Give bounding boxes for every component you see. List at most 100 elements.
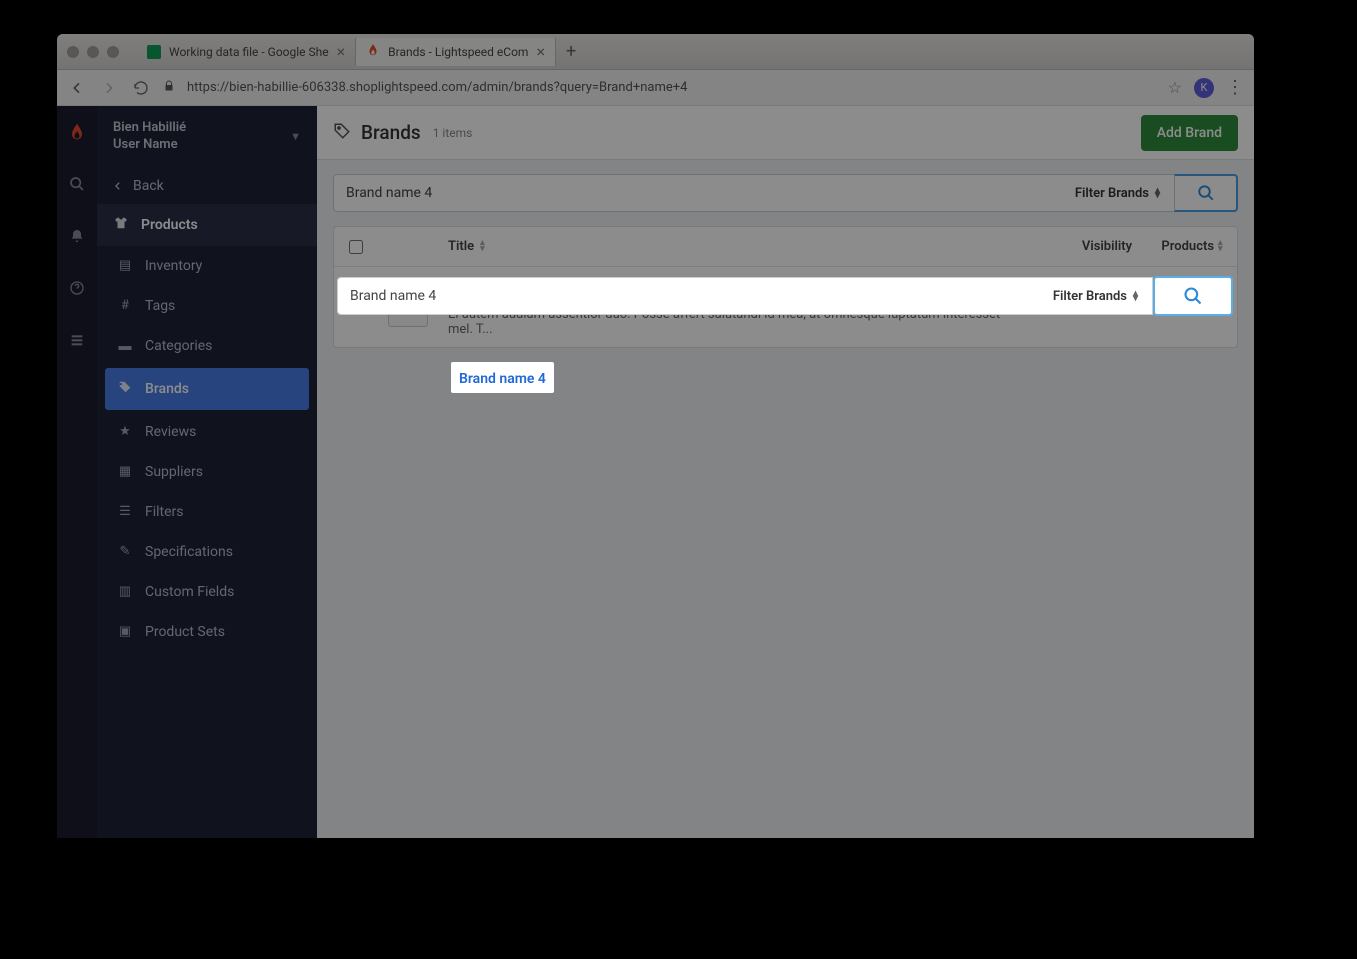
tab-lightspeed[interactable]: Brands - Lightspeed eCom × (356, 38, 556, 66)
visibility-column: Visibility (1067, 239, 1147, 254)
sidebar-item-product-sets[interactable]: ▣ Product Sets (97, 612, 317, 652)
sidebar-item-label: Brands (145, 381, 189, 397)
new-tab-button[interactable]: + (556, 41, 586, 62)
tab-google-sheets[interactable]: Working data file - Google She × (137, 38, 356, 66)
chevron-down-icon: ▼ (290, 130, 301, 143)
updown-icon: ▴▾ (1155, 188, 1160, 198)
sidebar-item-label: Suppliers (145, 464, 203, 480)
lightspeed-logo-icon[interactable] (65, 120, 89, 144)
forward-button[interactable] (99, 78, 119, 98)
tab-label: Brands - Lightspeed eCom (388, 45, 528, 59)
sidebar-item-custom-fields[interactable]: ▥ Custom Fields (97, 572, 317, 612)
tag-icon (333, 122, 351, 144)
filter-dropdown[interactable]: Filter Brands ▴▾ (1061, 175, 1174, 211)
search-bar: Filter Brands ▴▾ (333, 174, 1238, 212)
grid-icon: ▣ (117, 624, 133, 639)
products-column[interactable]: Products ▴▾ (1147, 239, 1237, 254)
search-button[interactable] (1174, 174, 1238, 212)
sliders-icon: ☰ (117, 504, 133, 519)
hash-icon: # (117, 298, 133, 313)
zoom-window-icon[interactable] (107, 46, 119, 58)
sort-icon: ▴▾ (1218, 241, 1223, 252)
table-header: Title ▴▾ Visibility Products ▴▾ (334, 227, 1237, 267)
highlighted-search-bar: Filter Brands ▴▾ (337, 277, 1153, 315)
sidebar: Bien Habillié User Name ▼ Back Products … (97, 106, 317, 838)
select-all-checkbox[interactable] (349, 240, 363, 254)
search-icon (1183, 286, 1203, 306)
sidebar-item-label: Reviews (145, 424, 196, 440)
sort-icon: ▴▾ (480, 241, 485, 252)
sidebar-header[interactable]: Bien Habillié User Name ▼ (97, 106, 317, 168)
add-brand-button[interactable]: Add Brand (1141, 115, 1238, 151)
bell-icon[interactable] (65, 224, 89, 248)
form-icon: ▥ (117, 584, 133, 599)
icon-rail (57, 106, 97, 838)
sidebar-item-label: Custom Fields (145, 584, 234, 600)
select-all-cell (334, 240, 378, 254)
app-body: Bien Habillié User Name ▼ Back Products … (57, 106, 1254, 838)
updown-icon: ▴▾ (1133, 291, 1138, 301)
browser-menu-icon[interactable]: ⋮ (1226, 77, 1244, 98)
shirt-icon (113, 216, 129, 234)
wrench-icon: ✎ (117, 544, 133, 559)
main-content: Brands 1 items Add Brand Filter Brands ▴… (317, 106, 1254, 838)
window-controls (67, 46, 119, 58)
folder-icon: ▬ (117, 338, 133, 354)
sidebar-item-suppliers[interactable]: ▦ Suppliers (97, 452, 317, 492)
brand-name-link[interactable]: Brand name 4 (459, 371, 546, 387)
minimize-window-icon[interactable] (87, 46, 99, 58)
sidebar-item-label: Tags (145, 298, 175, 314)
truck-icon: ▦ (117, 464, 133, 479)
filter-dropdown[interactable]: Filter Brands ▴▾ (1039, 289, 1152, 304)
close-tab-icon[interactable]: × (536, 44, 545, 60)
back-label: Back (133, 178, 164, 194)
title-column[interactable]: Title ▴▾ (438, 239, 1067, 254)
sidebar-item-categories[interactable]: ▬ Categories (97, 326, 317, 366)
sidebar-item-specifications[interactable]: ✎ Specifications (97, 532, 317, 572)
close-tab-icon[interactable]: × (337, 44, 346, 60)
help-icon[interactable] (65, 276, 89, 300)
search-input[interactable] (338, 288, 1039, 304)
back-button[interactable] (67, 78, 87, 98)
sidebar-item-inventory[interactable]: ▤ Inventory (97, 246, 317, 286)
settings-icon[interactable] (65, 328, 89, 352)
item-count: 1 items (433, 126, 473, 140)
address-bar: https://bien-habillie-606338.shoplightsp… (57, 70, 1254, 106)
page-title: Brands (361, 121, 421, 144)
lightspeed-icon (366, 43, 380, 61)
sidebar-item-label: Products (141, 217, 198, 233)
tag-icon (117, 380, 133, 398)
filter-label: Filter Brands (1075, 186, 1149, 201)
browser-window: Working data file - Google She × Brands … (57, 34, 1254, 838)
sidebar-back[interactable]: Back (97, 168, 317, 204)
sheets-icon (147, 45, 161, 59)
star-icon: ★ (117, 424, 133, 439)
user-name: User Name (113, 137, 186, 154)
tab-label: Working data file - Google She (169, 45, 329, 59)
sidebar-item-label: Specifications (145, 544, 233, 560)
sidebar-item-label: Filters (145, 504, 184, 520)
sidebar-item-filters[interactable]: ☰ Filters (97, 492, 317, 532)
search-input[interactable] (334, 175, 1061, 211)
sidebar-item-brands[interactable]: Brands (105, 368, 309, 410)
highlighted-brand-name: Brand name 4 (451, 362, 554, 393)
sidebar-item-reviews[interactable]: ★ Reviews (97, 412, 317, 452)
sidebar-item-label: Inventory (145, 258, 202, 274)
page-header: Brands 1 items Add Brand (317, 106, 1254, 160)
profile-avatar[interactable]: K (1194, 78, 1214, 98)
archive-icon: ▤ (117, 258, 133, 273)
bookmark-icon[interactable]: ☆ (1168, 78, 1182, 97)
close-window-icon[interactable] (67, 46, 79, 58)
sidebar-item-label: Product Sets (145, 624, 225, 640)
sidebar-item-products[interactable]: Products (97, 204, 317, 246)
highlighted-search-button[interactable] (1153, 276, 1233, 316)
titlebar: Working data file - Google She × Brands … (57, 34, 1254, 70)
sidebar-item-label: Categories (145, 338, 212, 354)
search-icon[interactable] (65, 172, 89, 196)
sidebar-item-tags[interactable]: # Tags (97, 286, 317, 326)
browser-tabs: Working data file - Google She × Brands … (137, 34, 586, 69)
lock-icon (163, 80, 175, 95)
shop-name: Bien Habillié (113, 120, 186, 137)
url-text[interactable]: https://bien-habillie-606338.shoplightsp… (187, 80, 1156, 95)
reload-button[interactable] (131, 78, 151, 98)
